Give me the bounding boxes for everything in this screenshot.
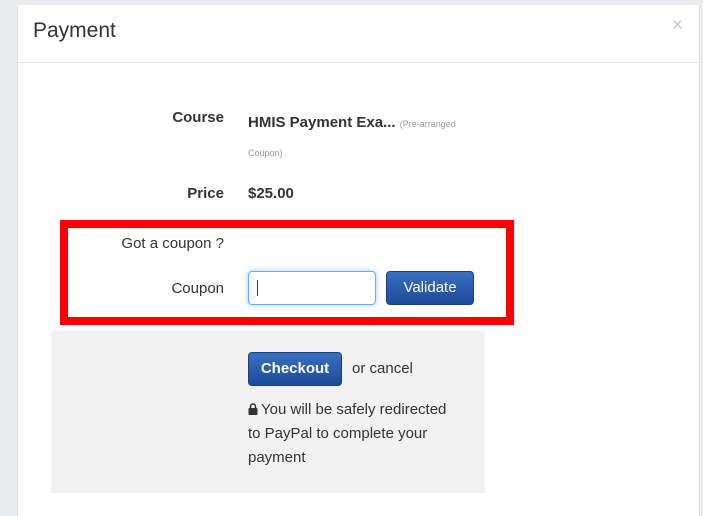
paypal-note: You will be safely redirected to PayPal … [248,398,448,470]
modal-header: Payment × [18,5,699,63]
lock-icon [248,399,258,415]
price-label: Price [187,185,224,202]
cancel-link[interactable]: or cancel [352,360,413,377]
course-label: Course [172,109,224,126]
checkout-button[interactable]: Checkout [248,352,342,386]
coupon-label: Coupon [171,280,224,297]
paypal-note-text: You will be safely redirected to PayPal … [248,401,447,466]
modal-title: Payment [33,19,116,42]
coupon-prompt: Got a coupon ? [121,235,224,252]
course-value: HMIS Payment Exa... (Pre-arranged Coupon… [248,109,488,167]
payment-modal: Payment × Course HMIS Payment Exa... (Pr… [17,5,700,516]
price-value: $25.00 [248,185,294,202]
coupon-input[interactable] [248,271,376,305]
text-cursor [257,280,258,296]
course-title: HMIS Payment Exa... [248,114,396,131]
validate-button[interactable]: Validate [386,271,474,305]
close-icon[interactable]: × [672,15,683,37]
